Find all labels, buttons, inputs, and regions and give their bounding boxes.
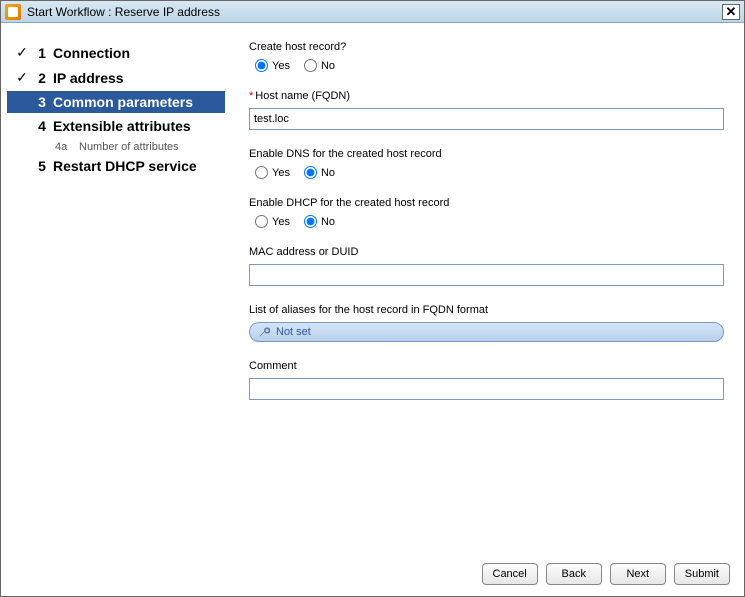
step-label: Extensible attributes [53,118,191,134]
form-content: Create host record? Yes No Host name (FQ… [231,23,744,552]
radio-text: No [321,167,335,179]
radio-text: Yes [272,167,290,179]
step-num: 2 [31,70,53,86]
create-host-no-label[interactable]: No [304,59,335,72]
close-icon: ✕ [726,5,737,18]
create-host-radio-group: Yes No [249,59,724,72]
mac-label: MAC address or DUID [249,246,724,258]
step-common-parameters[interactable]: 3 Common parameters [7,91,225,113]
substep-num: 4a [55,141,79,153]
step-label: IP address [53,70,124,86]
enable-dhcp-radio-group: Yes No [249,215,724,228]
create-host-yes-label[interactable]: Yes [255,59,290,72]
enable-dhcp-yes-label[interactable]: Yes [255,215,290,228]
submit-button[interactable]: Submit [674,563,730,585]
enable-dhcp-no-radio[interactable] [304,215,317,228]
comment-input[interactable] [249,378,724,400]
enable-dns-yes-label[interactable]: Yes [255,166,290,179]
close-button[interactable]: ✕ [722,4,740,20]
enable-dhcp-no-label[interactable]: No [304,215,335,228]
radio-text: Yes [272,60,290,72]
workflow-icon [5,4,21,20]
field-enable-dns: Enable DNS for the created host record Y… [249,148,724,179]
wrench-icon [258,326,270,338]
enable-dns-yes-radio[interactable] [255,166,268,179]
dialog-body: 1 Connection 2 IP address 3 Common param… [1,23,744,552]
field-enable-dhcp: Enable DHCP for the created host record … [249,197,724,228]
hostname-label: Host name (FQDN) [249,90,724,102]
create-host-yes-radio[interactable] [255,59,268,72]
step-connection[interactable]: 1 Connection [7,41,225,64]
step-restart-dhcp[interactable]: 5 Restart DHCP service [7,155,225,177]
enable-dns-no-radio[interactable] [304,166,317,179]
step-sidebar: 1 Connection 2 IP address 3 Common param… [1,23,231,552]
radio-text: No [321,60,335,72]
radio-text: Yes [272,216,290,228]
aliases-label: List of aliases for the host record in F… [249,304,724,316]
comment-label: Comment [249,360,724,372]
substep-label: Number of attributes [79,141,179,153]
field-aliases: List of aliases for the host record in F… [249,304,724,342]
window-title: Start Workflow : Reserve IP address [27,5,722,19]
check-icon [13,69,31,86]
cancel-button[interactable]: Cancel [482,563,538,585]
enable-dns-radio-group: Yes No [249,166,724,179]
field-create-host: Create host record? Yes No [249,41,724,72]
check-icon [13,44,31,61]
aliases-picker[interactable]: Not set [249,322,724,342]
enable-dhcp-label: Enable DHCP for the created host record [249,197,724,209]
step-extensible-attributes[interactable]: 4 Extensible attributes [7,115,225,137]
enable-dns-no-label[interactable]: No [304,166,335,179]
back-button[interactable]: Back [546,563,602,585]
field-mac: MAC address or DUID [249,246,724,286]
dialog-footer: Cancel Back Next Submit [1,552,744,596]
enable-dns-label: Enable DNS for the created host record [249,148,724,160]
field-hostname: Host name (FQDN) [249,90,724,130]
workflow-dialog: Start Workflow : Reserve IP address ✕ 1 … [0,0,745,597]
step-num: 3 [31,94,53,110]
field-comment: Comment [249,360,724,400]
step-num: 4 [31,118,53,134]
create-host-label: Create host record? [249,41,724,53]
step-label: Connection [53,45,130,61]
step-num: 1 [31,45,53,61]
enable-dhcp-yes-radio[interactable] [255,215,268,228]
substep-number-of-attributes[interactable]: 4a Number of attributes [7,139,225,155]
step-num: 5 [31,158,53,174]
next-button[interactable]: Next [610,563,666,585]
create-host-no-radio[interactable] [304,59,317,72]
step-label: Restart DHCP service [53,158,197,174]
title-bar: Start Workflow : Reserve IP address ✕ [1,1,744,23]
step-label: Common parameters [53,94,193,110]
radio-text: No [321,216,335,228]
hostname-input[interactable] [249,108,724,130]
step-ip-address[interactable]: 2 IP address [7,66,225,89]
mac-input[interactable] [249,264,724,286]
aliases-value: Not set [276,326,311,338]
